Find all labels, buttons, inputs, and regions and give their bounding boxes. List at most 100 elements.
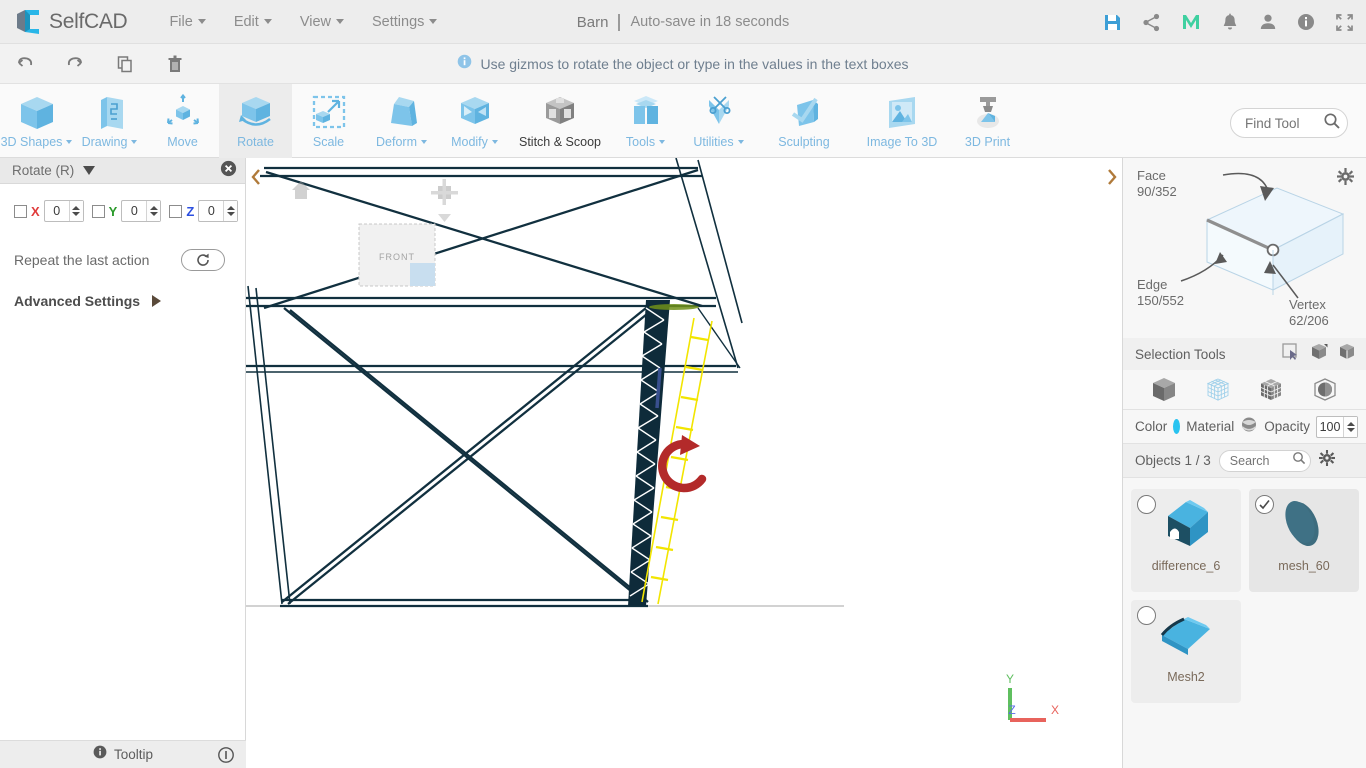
close-circle-icon[interactable] [220, 160, 237, 182]
face-mode-icon[interactable] [1257, 376, 1285, 404]
object-card-mesh-60[interactable]: mesh_60 [1249, 489, 1359, 592]
ribbon-tool-deform[interactable]: Deform [365, 84, 438, 158]
copy-button[interactable] [100, 44, 150, 84]
axis-z-stepper[interactable] [198, 200, 239, 222]
axis-x-spin-arrows[interactable] [68, 201, 83, 221]
object-mode-icon[interactable] [1150, 376, 1178, 404]
select-through-icon[interactable] [1310, 343, 1328, 366]
select-all-icon[interactable] [1338, 343, 1356, 366]
axis-z-checkbox[interactable] [169, 204, 183, 218]
object-select-radio[interactable] [1137, 495, 1156, 514]
menu-view[interactable]: View [286, 8, 358, 36]
delete-button[interactable] [150, 44, 200, 84]
selfcad-logo-icon [14, 8, 42, 36]
home-icon [292, 181, 310, 199]
menu-settings[interactable]: Settings [358, 8, 451, 36]
axis-x-checkbox[interactable] [14, 204, 27, 218]
ribbon-tool-tools[interactable]: Tools [609, 84, 682, 158]
object-card-mesh2[interactable]: Mesh2 [1131, 600, 1241, 703]
opacity-spin-arrows[interactable] [1343, 416, 1357, 437]
menu-edit[interactable]: Edit [220, 8, 286, 36]
vertex-mode-icon[interactable] [1204, 376, 1232, 404]
mesh-diagram [1205, 187, 1345, 295]
caret-down-icon [197, 19, 206, 24]
fullscreen-icon[interactable] [1335, 13, 1354, 32]
ribbon-tool-utilities[interactable]: Utilities [682, 84, 755, 158]
view-navigation-cube[interactable]: FRONT [276, 168, 506, 303]
viewport-collapse-right-button[interactable] [1102, 160, 1122, 194]
ribbon-tool-image-to-3d[interactable]: Image To 3D [853, 84, 951, 158]
info-icon[interactable] [1297, 13, 1315, 31]
advanced-settings-row[interactable]: Advanced Settings [14, 293, 231, 309]
ribbon-tool-stitch-scoop[interactable]: Stitch & Scoop [511, 84, 609, 158]
repeat-last-action-label: Repeat the last action [14, 252, 150, 268]
ribbon-tool-drawing[interactable]: Drawing [73, 84, 146, 158]
objects-settings-gear-icon[interactable] [1318, 450, 1335, 471]
axis-x-input[interactable] [44, 201, 69, 221]
ribbon-tool-modify[interactable]: Modify [438, 84, 511, 158]
find-tool-search[interactable] [1230, 108, 1348, 138]
opacity-input[interactable] [1317, 416, 1343, 437]
axis-y-checkbox[interactable] [91, 204, 105, 218]
ribbon-tool-scale[interactable]: Scale [292, 84, 365, 158]
object-select-radio[interactable] [1137, 606, 1156, 625]
material-sphere-icon[interactable] [1240, 416, 1258, 438]
edge-mode-icon[interactable] [1311, 376, 1339, 404]
move-arrows-icon [162, 91, 204, 135]
user-account-icon[interactable] [1259, 13, 1277, 31]
axis-y-stepper[interactable] [121, 200, 162, 222]
search-icon[interactable] [1292, 451, 1306, 470]
navcube-front-face: FRONT [358, 223, 436, 287]
ribbon-tool-label: Scale [312, 135, 345, 149]
left-panel-header: Rotate (R) [0, 158, 245, 184]
repeat-last-action-button[interactable] [181, 249, 225, 271]
3d-viewport[interactable]: FRONT Y X Z [246, 158, 1122, 768]
color-label: Color [1135, 419, 1168, 434]
find-tool-input[interactable] [1245, 115, 1323, 131]
axis-y-input[interactable] [122, 201, 147, 221]
caret-up-icon [226, 206, 235, 210]
menu-items: File Edit View Settings [155, 8, 451, 36]
caret-down-icon[interactable] [83, 166, 96, 175]
opacity-stepper[interactable] [1316, 415, 1358, 438]
share-icon[interactable] [1142, 13, 1161, 32]
refresh-icon [197, 253, 209, 266]
undo-button[interactable] [0, 44, 50, 84]
viewport-collapse-left-button[interactable] [246, 160, 266, 194]
menu-edit-label: Edit [233, 13, 259, 30]
axis-x-stepper[interactable] [43, 200, 84, 222]
ribbon-tool-rotate[interactable]: Rotate [219, 84, 292, 158]
objects-search-input[interactable] [1229, 453, 1292, 468]
save-icon[interactable] [1103, 13, 1122, 32]
caret-up-icon [149, 206, 158, 210]
notifications-bell-icon[interactable] [1221, 13, 1239, 32]
objects-search[interactable] [1218, 449, 1311, 472]
ribbon-tool-move[interactable]: Move [146, 84, 219, 158]
axis-y-spin-arrows[interactable] [146, 201, 161, 221]
title-divider [618, 13, 621, 31]
color-swatch[interactable] [1173, 419, 1181, 434]
left-panel-status-bar: Tooltip [0, 740, 246, 768]
objects-bar: Objects 1 / 3 [1123, 444, 1366, 478]
3d-print-icon [967, 91, 1009, 135]
ribbon-tool-sculpting[interactable]: Sculpting [755, 84, 853, 158]
mymagic-m-icon[interactable] [1181, 12, 1201, 32]
menu-file[interactable]: File [155, 8, 219, 36]
rotate-axis-row: X Y [14, 200, 239, 222]
axis-z-input[interactable] [199, 201, 224, 221]
caret-down-icon [420, 140, 427, 144]
axis-z-spin-arrows[interactable] [223, 201, 238, 221]
image-to-3d-icon [881, 91, 923, 135]
object-select-radio[interactable] [1255, 495, 1274, 514]
toggle-info-icon[interactable] [218, 747, 234, 768]
object-card-difference-6[interactable]: difference_6 [1131, 489, 1241, 592]
search-icon[interactable] [1323, 112, 1341, 135]
rectangle-select-icon[interactable] [1282, 342, 1300, 366]
redo-button[interactable] [50, 44, 100, 84]
ribbon-tool-3d-print[interactable]: 3D Print [951, 84, 1024, 158]
brand: SelfCAD [14, 8, 128, 36]
ribbon-tool-3d-shapes[interactable]: 3D Shapes [0, 84, 73, 158]
opacity-label: Opacity [1264, 419, 1310, 434]
axis-y-label: Y [1006, 672, 1014, 686]
caret-down-icon [737, 140, 744, 144]
